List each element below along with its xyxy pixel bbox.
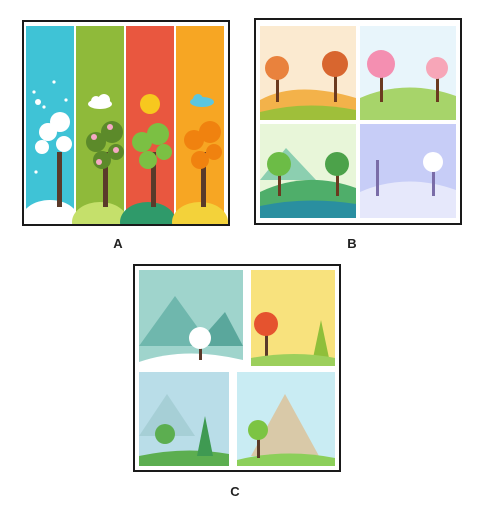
panel-b-label: B [347,236,357,251]
snowflake-icon [35,99,41,105]
panel-c-label: C [230,484,240,499]
panel-b [254,18,462,225]
seasons-mountains-illustration [139,270,335,466]
panel-a-label: A [113,236,123,251]
seasons-landscapes-illustration [260,26,456,218]
panel-c [133,264,341,472]
panel-a [22,20,230,226]
sun-icon [140,94,160,114]
seasons-strips-illustration [24,26,228,224]
